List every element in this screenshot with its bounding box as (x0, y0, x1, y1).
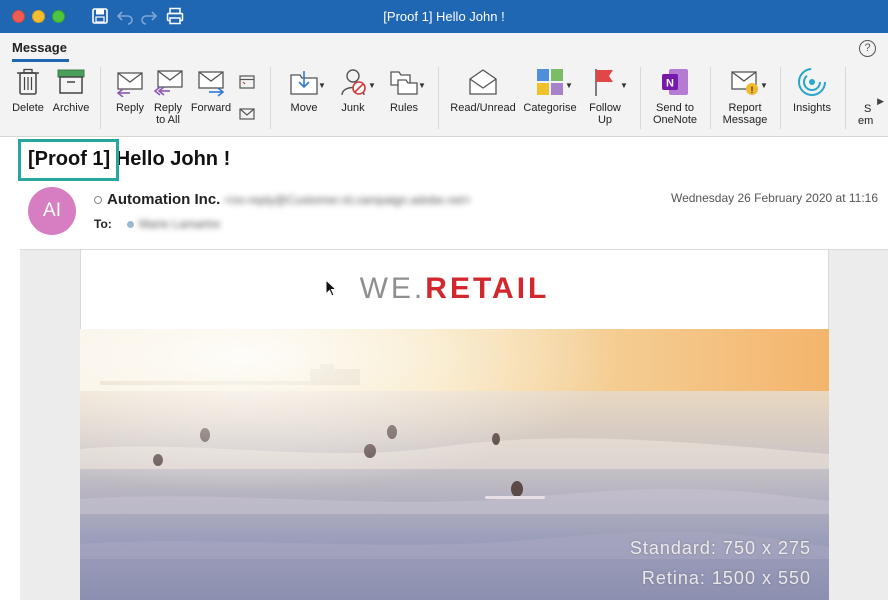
sender-name[interactable]: Automation Inc. (107, 191, 220, 208)
hero-size-label-retina: Retina: 1500 x 550 (641, 568, 811, 588)
send-to-onenote-label-line1: Send to (656, 102, 694, 114)
overflow-label-line2: em (858, 115, 874, 127)
move-folder-icon (290, 71, 318, 95)
onenote-icon: N (662, 69, 688, 95)
report-message-icon: ! (731, 71, 758, 95)
subject-text: Hello John ! (115, 148, 231, 170)
sender-email: <no-reply@Customer.rd.campaign.adobe.net… (224, 193, 471, 207)
hero-image[interactable]: Standard: 750 x 275 Retina: 1500 x 550 (80, 329, 829, 600)
archive-label: Archive (52, 102, 90, 114)
trash-icon (17, 68, 39, 95)
rules-label: Rules (389, 102, 419, 114)
proof-tag-highlight-box (18, 139, 119, 181)
sender-avatar[interactable]: AI (28, 187, 76, 235)
reply-all-button[interactable]: Reply to All (150, 67, 186, 126)
recipient-name[interactable]: Marie Lamartre (139, 217, 220, 231)
follow-up-label-line2: Up (597, 114, 613, 126)
ribbon-separator (100, 67, 101, 129)
ribbon-separator (710, 67, 711, 129)
rules-icon (390, 71, 418, 95)
reply-icon (116, 72, 143, 97)
read-unread-label: Read/Unread (450, 102, 516, 114)
categories-icon (537, 69, 563, 95)
send-to-onenote-label-line2: OneNote (652, 114, 698, 126)
move-button[interactable]: Move (282, 67, 326, 114)
rules-dropdown-caret[interactable]: ▼ (418, 81, 426, 90)
follow-up-dropdown-caret[interactable]: ▼ (620, 81, 628, 90)
reply-all-label-line2: to All (156, 114, 180, 126)
forward-button[interactable]: Forward (189, 67, 233, 114)
overflow-label-line1: S (864, 103, 872, 115)
ribbon-toolbar: Delete Archive Reply Reply to All Forwar… (0, 63, 888, 137)
hero-size-label-standard: Standard: 750 x 275 (629, 538, 811, 558)
brand-logo[interactable]: WE.RETAIL (80, 272, 829, 306)
rules-button[interactable]: Rules (382, 67, 426, 114)
window-title: [Proof 1] Hello John ! (383, 9, 505, 24)
ribbon-separator (270, 67, 271, 129)
more-respond-icon[interactable] (238, 105, 256, 123)
categorise-label: Categorise (523, 102, 577, 114)
report-message-label-line1: Report (728, 102, 762, 114)
junk-label: Junk (341, 102, 365, 114)
read-unread-button[interactable]: Read/Unread (448, 67, 518, 114)
categorise-button[interactable]: Categorise (520, 67, 580, 114)
insights-label: Insights (793, 102, 831, 114)
recipient-presence-icon (127, 221, 134, 228)
report-dropdown-caret[interactable]: ▼ (760, 81, 768, 90)
junk-button[interactable]: Junk (333, 67, 373, 114)
reply-all-icon (153, 70, 183, 96)
delete-button[interactable]: Delete (8, 67, 48, 114)
brand-logo-part1: WE. (359, 272, 426, 305)
surf-scene-image (80, 329, 829, 600)
delete-label: Delete (12, 102, 44, 114)
ribbon-separator (780, 67, 781, 129)
title-bar: [Proof 1] Hello John ! (0, 0, 888, 33)
ribbon-separator (438, 67, 439, 129)
tab-message[interactable]: Message (12, 40, 67, 55)
follow-up-button[interactable]: Follow Up (585, 67, 625, 126)
forward-label: Forward (190, 102, 232, 114)
message-date: Wednesday 26 February 2020 at 11:16 (670, 191, 878, 205)
reply-label: Reply (115, 102, 145, 114)
svg-text:!: ! (751, 85, 754, 95)
ribbon-tab-row: Message ? (0, 33, 888, 63)
archive-icon (57, 69, 85, 94)
help-icon[interactable]: ? (859, 40, 876, 57)
presence-status-icon (94, 196, 102, 204)
move-label: Move (290, 102, 318, 114)
ribbon-separator (845, 67, 846, 129)
move-dropdown-caret[interactable]: ▼ (318, 81, 326, 90)
flag-icon (595, 69, 613, 96)
open-envelope-icon (469, 69, 497, 95)
reply-all-label-line1: Reply (153, 102, 183, 114)
categorise-dropdown-caret[interactable]: ▼ (565, 81, 573, 90)
brand-logo-part2: RETAIL (425, 272, 550, 305)
svg-text:N: N (666, 78, 674, 90)
ribbon-separator (640, 67, 641, 129)
meeting-reply-icon[interactable] (238, 73, 256, 91)
to-label: To: (94, 217, 112, 231)
report-message-button[interactable]: ! Report Message (716, 67, 774, 126)
forward-icon (198, 71, 225, 97)
archive-button[interactable]: Archive (50, 67, 92, 114)
send-to-onenote-button[interactable]: N Send to OneNote (648, 67, 702, 126)
insights-button[interactable]: Insights (788, 67, 836, 114)
reply-button[interactable]: Reply (112, 67, 148, 114)
junk-icon (341, 69, 366, 96)
ribbon-scroll-right-icon[interactable]: ▶ (877, 96, 884, 107)
active-tab-indicator (12, 59, 69, 62)
follow-up-label-line1: Follow (589, 102, 621, 114)
insights-icon (798, 68, 826, 96)
report-message-label-line2: Message (722, 114, 768, 126)
junk-dropdown-caret[interactable]: ▼ (368, 81, 376, 90)
mouse-cursor-icon (325, 279, 337, 297)
